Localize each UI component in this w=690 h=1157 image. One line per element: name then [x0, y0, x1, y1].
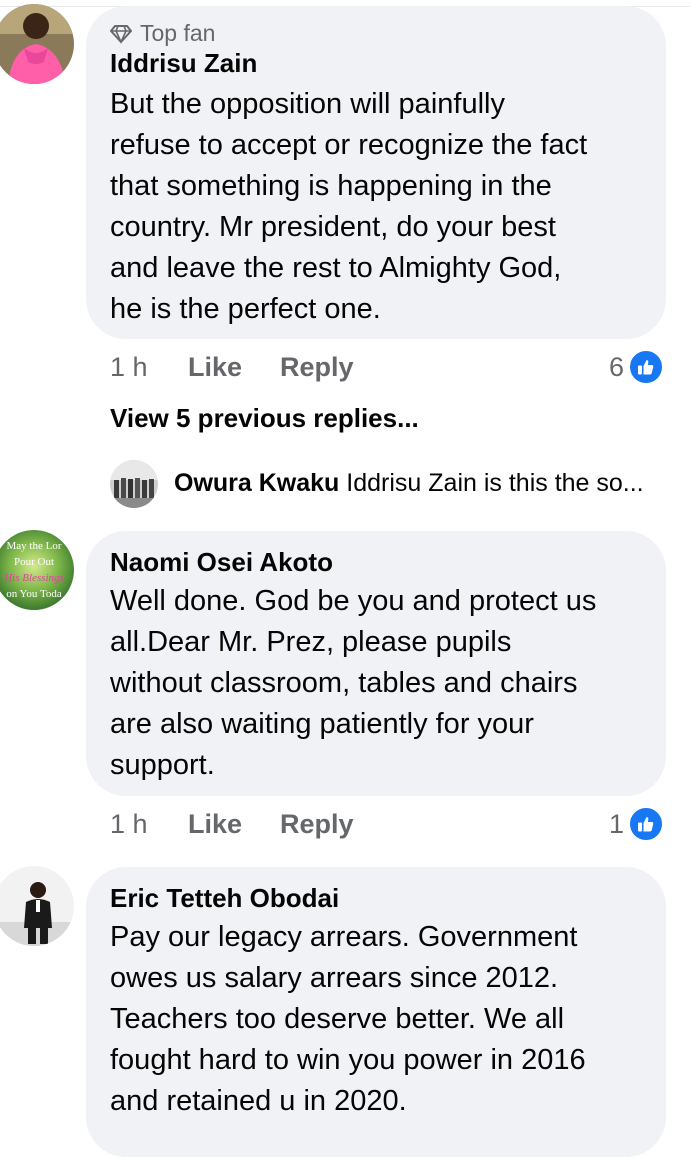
comment-author[interactable]: Naomi Osei Akoto	[110, 547, 333, 578]
reply-button[interactable]: Reply	[280, 352, 354, 383]
avatar-iddrisu-zain[interactable]	[0, 4, 74, 84]
profile-photo-icon	[110, 460, 158, 508]
thumbs-up-icon	[628, 349, 665, 385]
comment-time[interactable]: 1 h	[110, 352, 148, 383]
reply-button[interactable]: Reply	[280, 809, 354, 840]
view-previous-replies-link[interactable]: View 5 previous replies...	[110, 403, 419, 434]
comment-author[interactable]: Eric Tetteh Obodai	[110, 883, 339, 914]
thumbs-up-icon	[628, 806, 665, 842]
comment-text: Well done. God be you and protect us all…	[110, 585, 597, 781]
comment-time[interactable]: 1 h	[110, 809, 148, 840]
like-button[interactable]: Like	[188, 809, 242, 840]
comment-actions: 1 h Like Reply	[110, 809, 670, 843]
reaction-number: 1	[609, 808, 625, 839]
profile-photo-icon	[0, 866, 74, 946]
reply-preview[interactable]: Owura Kwaku Iddrisu Zain is this the so.…	[174, 469, 644, 498]
reply-author[interactable]: Owura Kwaku	[174, 469, 339, 497]
badge-label: Top fan	[140, 20, 216, 46]
diamond-icon	[110, 24, 132, 44]
avatar-owura-kwaku[interactable]	[110, 460, 158, 508]
like-button[interactable]: Like	[188, 352, 242, 383]
comment-bubble: Eric Tetteh Obodai Pay our legacy arrear…	[86, 867, 666, 1157]
comment-text: But the opposition will painfully refuse…	[110, 88, 588, 325]
profile-photo-icon: May the Lor Pour Out His Blessings on Yo…	[0, 530, 74, 610]
comment-bubble: Top fan Iddrisu Zain But the opposition …	[86, 6, 666, 339]
comment-text: Pay our legacy arrears. Government owes …	[110, 921, 586, 1117]
svg-text:May the Lor: May the Lor	[7, 540, 62, 552]
reaction-number: 6	[609, 351, 625, 382]
reply-snippet: Iddrisu Zain is this the so...	[346, 469, 644, 497]
svg-text:on You Toda: on You Toda	[6, 588, 62, 600]
comment-author[interactable]: Iddrisu Zain	[110, 48, 257, 79]
svg-text:His Blessings: His Blessings	[3, 572, 64, 584]
reaction-count[interactable]: 6	[609, 349, 665, 385]
comment-bubble: Naomi Osei Akoto Well done. God be you a…	[86, 531, 666, 796]
reaction-count[interactable]: 1	[609, 806, 665, 842]
svg-text:Pour Out: Pour Out	[14, 556, 54, 568]
comment-actions: 1 h Like Reply	[110, 352, 670, 386]
profile-photo-icon	[0, 4, 74, 84]
avatar-eric-tetteh-obodai[interactable]	[0, 866, 74, 946]
top-fan-badge: Top fan	[110, 20, 215, 47]
avatar-naomi-osei-akoto[interactable]: May the Lor Pour Out His Blessings on Yo…	[0, 530, 74, 610]
